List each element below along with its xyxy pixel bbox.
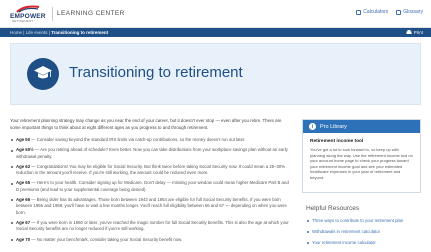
age-text: Consider saving beyond the standard IRS … xyxy=(36,137,246,142)
list-item: Age 50½ — Are you retiring ahead of sche… xyxy=(10,147,292,160)
list-item: Age 62 — Congratulations! You may be eli… xyxy=(10,164,292,177)
age-text: Here's to your health. Consider signing … xyxy=(16,180,289,192)
calculator-icon xyxy=(356,9,362,15)
book-icon xyxy=(396,9,402,15)
breadcrumb-section[interactable]: Life events xyxy=(26,30,48,35)
age-text: If you were born in 1960 or later, you'v… xyxy=(16,219,289,232)
list-item: Age 65 — Here's to your health. Consider… xyxy=(10,180,292,193)
breadcrumb: Home | Life events | Transitioning to re… xyxy=(10,30,108,35)
age-label: Age 67 xyxy=(16,219,31,225)
logo-sub-text: RETIREMENT xyxy=(12,19,34,23)
tip-box-body: You've got a lot to look forward to, so … xyxy=(310,147,413,180)
glossary-link-label: Glossary xyxy=(403,9,423,15)
resource-link[interactable]: Three ways to contribute to your retirem… xyxy=(306,218,421,223)
logo-swoosh-icon xyxy=(16,5,40,13)
header-title: LEARNING CENTER xyxy=(57,10,125,17)
age-label: Age 70 xyxy=(16,236,31,242)
tip-box-header: i Pro Library xyxy=(303,120,420,133)
graduation-cap-icon xyxy=(34,66,52,79)
list-item: Age 67 — If you were born in 1960 or lat… xyxy=(10,220,292,233)
printer-icon xyxy=(406,29,412,34)
age-label: Age 66 xyxy=(16,197,31,203)
header-divider xyxy=(52,7,53,21)
glossary-link[interactable]: Glossary xyxy=(396,9,423,15)
resources-list: Three ways to contribute to your retirem… xyxy=(306,218,421,251)
age-label: Age 50 xyxy=(16,137,31,142)
breadcrumb-home[interactable]: Home xyxy=(10,30,22,35)
age-text: No matter your benchmark, consider takin… xyxy=(36,236,183,242)
header-links: Calculators Glossary xyxy=(356,9,423,15)
list-item: Age 70 — No matter your benchmark, consi… xyxy=(10,237,292,243)
age-label: Age 65 xyxy=(16,180,31,186)
tip-box: i Pro Library Retirement income tool You… xyxy=(302,119,421,193)
tip-box-title: Pro Library xyxy=(320,123,347,130)
hero-banner: Transitioning to retirement xyxy=(10,43,421,105)
breadcrumb-bar: Home | Life events | Transitioning to re… xyxy=(0,28,431,37)
age-milestone-list: Age 50 — Consider saving beyond the stan… xyxy=(10,137,292,247)
age-text: Congratulations! You may be eligible for… xyxy=(16,163,286,176)
tip-box-subtitle: Retirement income tool xyxy=(310,139,364,144)
page-title: Transitioning to retirement xyxy=(69,64,243,81)
age-text: Are you retiring ahead of schedule? Even… xyxy=(16,147,288,159)
info-icon: i xyxy=(309,123,316,130)
print-label: Print xyxy=(413,29,423,35)
list-item: Age 66 — Being older has its advantages.… xyxy=(10,197,292,216)
breadcrumb-current: Transitioning to retirement xyxy=(51,29,109,35)
resources-heading: Helpful Resources xyxy=(306,205,360,212)
print-button[interactable]: Print xyxy=(406,29,423,35)
empower-logo[interactable]: EMPOWER RETIREMENT xyxy=(10,5,46,23)
intro-paragraph: Your retirement planning strategy may ch… xyxy=(10,118,282,130)
calculators-link[interactable]: Calculators xyxy=(356,9,388,15)
calculators-link-label: Calculators xyxy=(363,9,389,15)
hero-icon-circle xyxy=(27,58,59,90)
site-header: EMPOWER RETIREMENT LEARNING CENTER Calcu… xyxy=(0,0,431,28)
age-label: Age 50½ xyxy=(16,147,34,153)
age-text: Being older has its advantages. Those bo… xyxy=(16,197,287,215)
age-label: Age 62 xyxy=(16,163,31,169)
resource-link[interactable]: Withdrawals in retirement calculator xyxy=(306,229,421,234)
resource-link[interactable]: Your retirement income calculator xyxy=(306,240,421,245)
list-item: Age 50 — Consider saving beyond the stan… xyxy=(10,137,292,143)
